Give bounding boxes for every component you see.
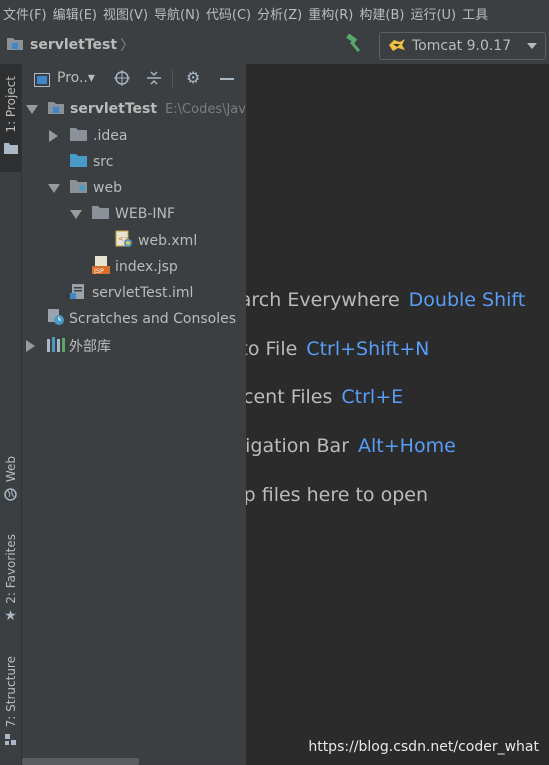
tomcat-icon — [388, 37, 406, 56]
tree-row-scratches[interactable]: Scratches and Consoles — [47, 306, 236, 332]
structure-icon — [4, 731, 17, 750]
star-icon: ★ — [4, 607, 17, 624]
tree-label-iml: servletTest.iml — [92, 285, 194, 301]
menu-navigate[interactable]: 导航(N) — [151, 4, 203, 23]
tree-row-idea[interactable]: .idea — [49, 123, 127, 149]
menu-run[interactable]: 运行(U) — [407, 4, 459, 23]
hint-navigation-bar: Navigation Bar Alt+Home — [246, 435, 456, 457]
tree-label-src: src — [93, 154, 114, 170]
hint-shortcut: Alt+Home — [358, 435, 456, 457]
tab-web-label: Web — [3, 456, 18, 483]
menu-file[interactable]: 文件(F) — [0, 4, 50, 23]
menu-refactor[interactable]: 重构(R) — [305, 4, 356, 23]
svg-text:JSP: JSP — [93, 267, 104, 274]
tree-row-extlib[interactable]: 外部库 — [26, 333, 111, 359]
project-panel: Pro..▾ ⚙ servletTest E:\Codes\Jav .idea … — [22, 64, 247, 765]
project-view-icon — [34, 72, 50, 91]
minimize-icon[interactable] — [220, 78, 234, 80]
menu-bar: 文件(F) 编辑(E) 视图(V) 导航(N) 代码(C) 分析(Z) 重构(R… — [0, 0, 549, 26]
project-folder-icon — [6, 35, 24, 55]
chevron-right-icon: 〉 — [120, 38, 135, 54]
expanded-arrow-icon — [70, 209, 82, 219]
collapsed-arrow-icon — [49, 130, 58, 142]
tab-project-label: 1: Project — [3, 76, 18, 133]
web-folder-icon — [70, 179, 87, 197]
horizontal-scrollbar[interactable] — [22, 758, 139, 765]
tree-label-webinf: WEB-INF — [115, 206, 175, 222]
folder-icon — [70, 127, 87, 145]
tree-label-root: servletTest — [70, 101, 158, 117]
module-folder-icon — [47, 99, 65, 119]
tree-row-web[interactable]: web — [48, 175, 122, 201]
tree-label-idea: .idea — [93, 128, 128, 144]
menu-view[interactable]: 视图(V) — [100, 4, 151, 23]
run-configuration-select[interactable]: Tomcat 9.0.17 — [379, 32, 546, 60]
build-hammer-icon[interactable] — [344, 33, 366, 58]
tree-label-extlib: 外部库 — [69, 339, 111, 355]
expanded-arrow-icon — [48, 183, 60, 193]
tree-row-root[interactable]: servletTest E:\Codes\Jav — [26, 96, 246, 122]
hint-recent-files: Recent Files Ctrl+E — [246, 386, 403, 408]
tree-row-webinf[interactable]: WEB-INF — [70, 201, 175, 227]
gear-icon[interactable]: ⚙ — [186, 68, 200, 87]
folder-icon — [3, 139, 18, 158]
menu-edit[interactable]: 编辑(E) — [50, 4, 100, 23]
hint-drop-files: Drop files here to open — [246, 484, 428, 506]
tree-label-web: web — [93, 180, 122, 196]
hint-text: Go to File — [246, 338, 298, 360]
hint-shortcut: Ctrl+E — [341, 386, 404, 408]
breadcrumb[interactable]: servletTest 〉 — [6, 35, 134, 55]
menu-build[interactable]: 构建(B) — [356, 4, 407, 23]
tab-structure[interactable]: 7: Structure — [0, 656, 21, 754]
tree-row-iml[interactable]: servletTest.iml — [70, 280, 193, 306]
hint-shortcut: Double Shift — [408, 289, 526, 311]
tab-structure-label: 7: Structure — [3, 656, 18, 728]
run-configuration-label: Tomcat 9.0.17 — [412, 38, 512, 54]
expanded-arrow-icon — [26, 104, 38, 114]
breadcrumb-project[interactable]: servletTest — [30, 37, 117, 53]
jsp-file-icon: JSP — [92, 256, 110, 278]
menu-tools[interactable]: 工具 — [459, 4, 491, 23]
locate-target-icon[interactable] — [114, 70, 130, 90]
watermark-url: https://blog.csdn.net/coder_what — [308, 739, 539, 755]
tree-row-indexjsp[interactable]: JSP index.jsp — [92, 254, 178, 280]
hint-go-to-file: Go to File Ctrl+Shift+N — [246, 338, 429, 360]
header-divider — [172, 70, 173, 88]
left-tool-strip: 1: Project Web 2: Favorites ★ 7: Structu… — [0, 64, 22, 765]
tree-label-scratches: Scratches and Consoles — [69, 311, 236, 327]
project-view-select[interactable]: Pro..▾ — [57, 70, 95, 86]
tab-favorites-label: 2: Favorites — [3, 534, 18, 604]
tab-web[interactable]: Web — [0, 456, 21, 514]
tree-row-src[interactable]: src — [70, 149, 113, 175]
tab-project[interactable]: 1: Project — [0, 64, 21, 172]
menu-code[interactable]: 代码(C) — [203, 4, 254, 23]
globe-icon — [4, 486, 17, 505]
hint-text: Recent Files — [246, 386, 333, 408]
project-panel-header: Pro..▾ ⚙ — [22, 64, 246, 94]
tree-root-path: E:\Codes\Jav — [165, 101, 246, 117]
tree-label-webxml: web.xml — [138, 233, 198, 249]
tree-row-webxml[interactable]: <> web.xml — [115, 228, 197, 254]
tab-favorites[interactable]: 2: Favorites ★ — [0, 534, 21, 634]
collapsed-arrow-icon — [26, 340, 35, 352]
hint-shortcut: Ctrl+Shift+N — [306, 338, 430, 360]
scratches-icon — [47, 308, 65, 330]
hint-text: Drop files here to open — [246, 484, 429, 506]
xml-file-icon: <> — [115, 230, 133, 252]
hint-text: Search Everywhere — [246, 289, 400, 311]
hint-text: Navigation Bar — [246, 435, 350, 457]
library-icon — [47, 336, 65, 356]
navigation-toolbar: servletTest 〉 Tomcat 9.0.17 — [0, 26, 549, 65]
iml-file-icon — [70, 283, 87, 304]
hint-search-everywhere: Search Everywhere Double Shift — [246, 289, 525, 311]
source-folder-icon — [70, 153, 87, 171]
chevron-down-icon — [527, 43, 537, 49]
collapse-all-icon[interactable] — [146, 70, 162, 90]
menu-analyze[interactable]: 分析(Z) — [254, 4, 305, 23]
tree-label-indexjsp: index.jsp — [115, 259, 178, 275]
editor-empty-area: Search Everywhere Double Shift Go to File… — [246, 64, 549, 765]
folder-icon — [92, 205, 109, 223]
